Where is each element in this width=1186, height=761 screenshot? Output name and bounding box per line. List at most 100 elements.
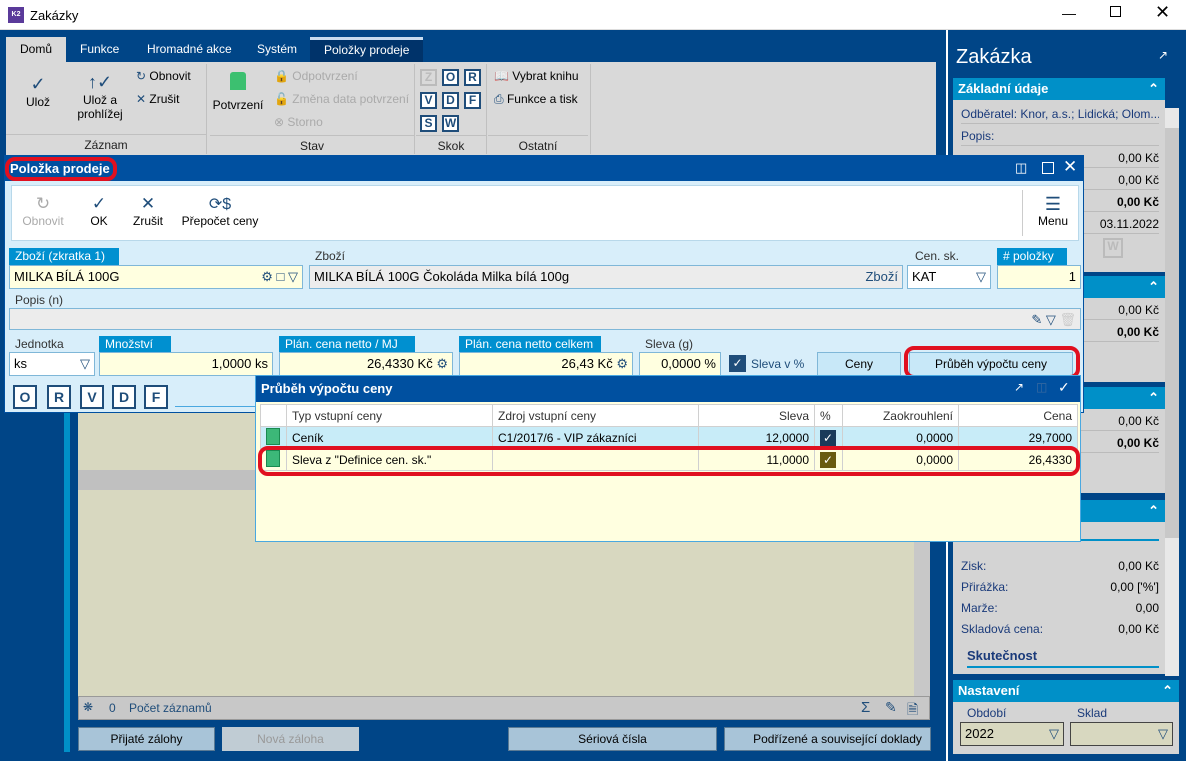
skok-w[interactable]: W: [442, 115, 459, 132]
skok-o[interactable]: O: [442, 69, 459, 86]
add-document-icon[interactable]: 🗎: [907, 699, 918, 723]
close-icon[interactable]: ✕: [1063, 157, 1077, 177]
section-nastaveni-header[interactable]: Nastavení ⌃: [953, 680, 1179, 702]
jednotka-select[interactable]: ks ▽: [9, 352, 95, 376]
value: KAT: [912, 269, 937, 284]
edit-icons[interactable]: ✎ ▽ 🗑: [1031, 309, 1076, 329]
cen-sk-select[interactable]: KAT ▽: [907, 265, 991, 289]
record-count-label: Počet záznamů: [129, 701, 212, 715]
popout-icon[interactable]: ↗: [1014, 380, 1024, 394]
jump-r[interactable]: R: [47, 385, 71, 409]
prijate-zalohy-button[interactable]: Přijaté zálohy: [78, 727, 215, 751]
jump-f[interactable]: F: [144, 385, 168, 409]
skok-w-panel: W: [1103, 238, 1123, 258]
col-typ[interactable]: Typ vstupní ceny: [286, 404, 493, 427]
zrusit-button[interactable]: ✕ Zrušit: [136, 92, 179, 106]
zrusit-label: Zrušit: [133, 214, 163, 228]
sum-icon[interactable]: Σ: [861, 699, 870, 716]
value: 0,00 Kč: [1118, 414, 1159, 428]
skok-s[interactable]: S: [420, 115, 437, 132]
funkce-tisk-button[interactable]: ⎙ Funkce a tisk: [494, 92, 578, 107]
ceny-button[interactable]: Ceny: [817, 352, 901, 376]
seriova-cisla-button[interactable]: Sériová čísla: [508, 727, 717, 751]
zbozi-label: Zboží: [315, 249, 346, 263]
vybrat-knihu-button[interactable]: 📖 Vybrat knihu: [494, 69, 579, 83]
document-icon: [266, 427, 280, 445]
confirm-icon[interactable]: ✓: [1058, 379, 1070, 396]
storno-label: Storno: [287, 115, 323, 129]
chevron-up-icon[interactable]: ⌃: [1148, 500, 1159, 522]
col-sleva[interactable]: Sleva: [698, 404, 815, 427]
menu-label: Menu: [1037, 214, 1069, 228]
zbozi-zkratka-input[interactable]: MILKA BÍLÁ 100G ⚙ □ ▽: [9, 265, 303, 289]
cena-celkem-input[interactable]: 26,43 Kč ⚙: [459, 352, 633, 376]
value: 0,00 Kč: [1118, 151, 1159, 165]
maximize-icon[interactable]: [1110, 6, 1121, 17]
popis: Popis:: [961, 126, 1159, 146]
mnozstvi-input[interactable]: 1,0000 ks: [99, 352, 273, 376]
minimize-icon[interactable]: —: [1062, 5, 1076, 21]
group-stav: Stav: [210, 135, 414, 153]
sleva-input[interactable]: 0,0000 %: [639, 352, 721, 376]
chevron-up-icon[interactable]: ⌃: [1148, 276, 1159, 298]
col-zdroj[interactable]: Zdroj vstupní ceny: [492, 404, 699, 427]
menu-button[interactable]: ☰ Menu: [1032, 194, 1074, 228]
chevron-up-icon[interactable]: ⌃: [1148, 78, 1159, 100]
cancel-circle-icon: ⊗: [274, 115, 285, 129]
sklad-select[interactable]: ▽: [1070, 722, 1173, 746]
chevron-up-icon[interactable]: ⌃: [1148, 387, 1159, 409]
polozky-label: # položky: [997, 248, 1067, 265]
tab-polozky-prodeje[interactable]: Položky prodeje: [310, 37, 424, 62]
sleva-pct-checkbox[interactable]: ✓: [729, 355, 746, 372]
col-zaokrouhleni[interactable]: Zaokrouhlení: [842, 404, 959, 427]
obnovit-button[interactable]: ↻ Obnovit: [136, 69, 191, 83]
col-icon: [260, 404, 287, 427]
value: 0,00 Kč: [1118, 173, 1159, 187]
zrusit-button[interactable]: ✕ Zrušit: [130, 194, 166, 228]
uloz-prohlizej-button[interactable]: ↑✓ Ulož a prohlížej: [72, 72, 128, 121]
jump-d[interactable]: D: [112, 385, 136, 409]
panel-scrollbar[interactable]: [1165, 108, 1179, 676]
chevron-up-icon[interactable]: ⌃: [1162, 680, 1173, 702]
skok-v[interactable]: V: [420, 92, 437, 109]
tab-system[interactable]: Systém: [243, 37, 311, 62]
tab-domu[interactable]: Domů: [6, 37, 67, 62]
skok-d[interactable]: D: [442, 92, 459, 109]
lookup-icons[interactable]: ⚙ □ ▽: [261, 266, 298, 288]
cena-mj-input[interactable]: 26,4330 Kč ⚙: [279, 352, 453, 376]
maximize-icon[interactable]: [1042, 162, 1054, 174]
obdobi-select[interactable]: 2022 ▽: [960, 722, 1064, 746]
currency-icon[interactable]: ⚙: [616, 356, 628, 371]
book-icon: 📖: [494, 69, 509, 83]
currency-icon[interactable]: ⚙: [436, 356, 448, 371]
skutecnost-title: Skutečnost: [967, 648, 1159, 668]
dock-icon: ◫: [1036, 380, 1048, 394]
jump-v[interactable]: V: [80, 385, 104, 409]
sleva-label: Sleva (g): [645, 337, 694, 351]
record-count: 0: [109, 701, 116, 715]
tab-hromadne-akce[interactable]: Hromadné akce: [133, 37, 246, 62]
jump-o[interactable]: O: [13, 385, 37, 409]
skok-f[interactable]: F: [464, 92, 481, 109]
close-icon: ✕: [140, 194, 156, 213]
potvrzeni-button[interactable]: Potvrzení: [212, 72, 264, 112]
section-zakladni-header[interactable]: Základní údaje ⌃: [953, 78, 1165, 100]
value: 26,43 Kč: [561, 356, 613, 371]
polozky-input[interactable]: 1: [997, 265, 1081, 289]
col-pct[interactable]: %: [814, 404, 843, 427]
close-icon[interactable]: ✕: [1155, 2, 1170, 23]
tab-funkce[interactable]: Funkce: [66, 37, 133, 62]
skok-z: Z: [420, 69, 437, 86]
check-icon: ✓: [91, 194, 107, 213]
col-cena[interactable]: Cena: [958, 404, 1078, 427]
skok-r[interactable]: R: [464, 69, 481, 86]
date: 03.11.2022: [1099, 217, 1159, 231]
edit-icon[interactable]: ✎: [885, 699, 897, 716]
podrizene-doklady-button[interactable]: Podřízené a související doklady: [724, 727, 931, 751]
prepocet-ceny-button[interactable]: ⟳$ Přepočet ceny: [180, 194, 260, 228]
ok-button[interactable]: ✓ OK: [84, 194, 114, 228]
dock-icon[interactable]: ◫: [1015, 160, 1027, 176]
popout-icon[interactable]: ↗: [1158, 48, 1168, 62]
uloz-button[interactable]: ✓ Ulož: [20, 74, 56, 109]
popis-input[interactable]: ✎ ▽ 🗑: [9, 308, 1081, 330]
